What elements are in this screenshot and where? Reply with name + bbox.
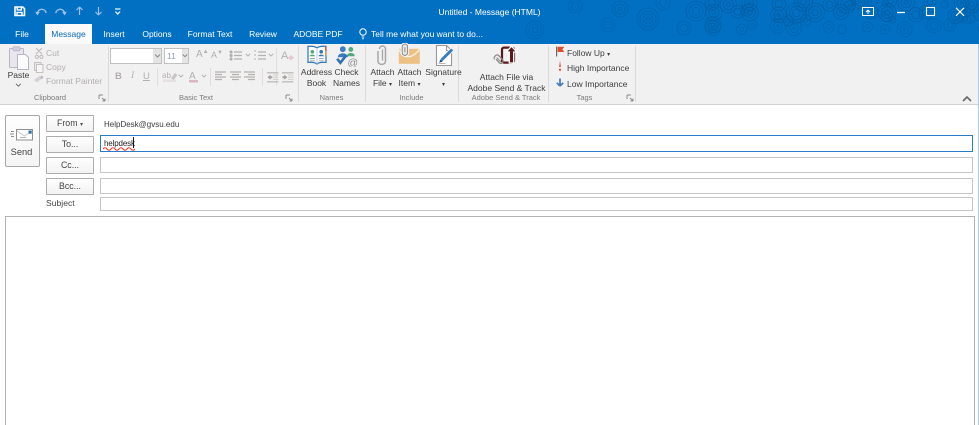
svg-text:@: @ <box>348 57 359 67</box>
svg-text:A: A <box>281 50 289 62</box>
svg-text:ab: ab <box>162 71 171 80</box>
